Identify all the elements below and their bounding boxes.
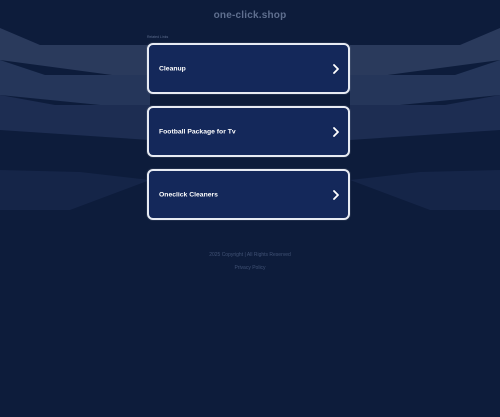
link-card-cleanup[interactable]: Cleanup <box>147 43 350 94</box>
link-card-label: Cleanup <box>159 65 186 72</box>
related-links-label: Related Links <box>147 35 169 39</box>
chevron-right-icon <box>333 63 339 74</box>
domain-title: one-click.shop <box>213 10 287 21</box>
chevron-right-icon <box>333 126 339 137</box>
chevron-right-icon <box>333 189 339 200</box>
link-card-label: Football Package for Tv <box>159 128 236 135</box>
link-card-football-package[interactable]: Football Package for Tv <box>147 106 350 157</box>
privacy-policy-link[interactable]: Privacy Policy <box>0 265 500 271</box>
link-card-oneclick-cleaners[interactable]: Oneclick Cleaners <box>147 169 350 220</box>
link-card-label: Oneclick Cleaners <box>159 191 218 198</box>
copyright-text: 2025 Copyright | All Rights Reserved <box>209 252 291 258</box>
